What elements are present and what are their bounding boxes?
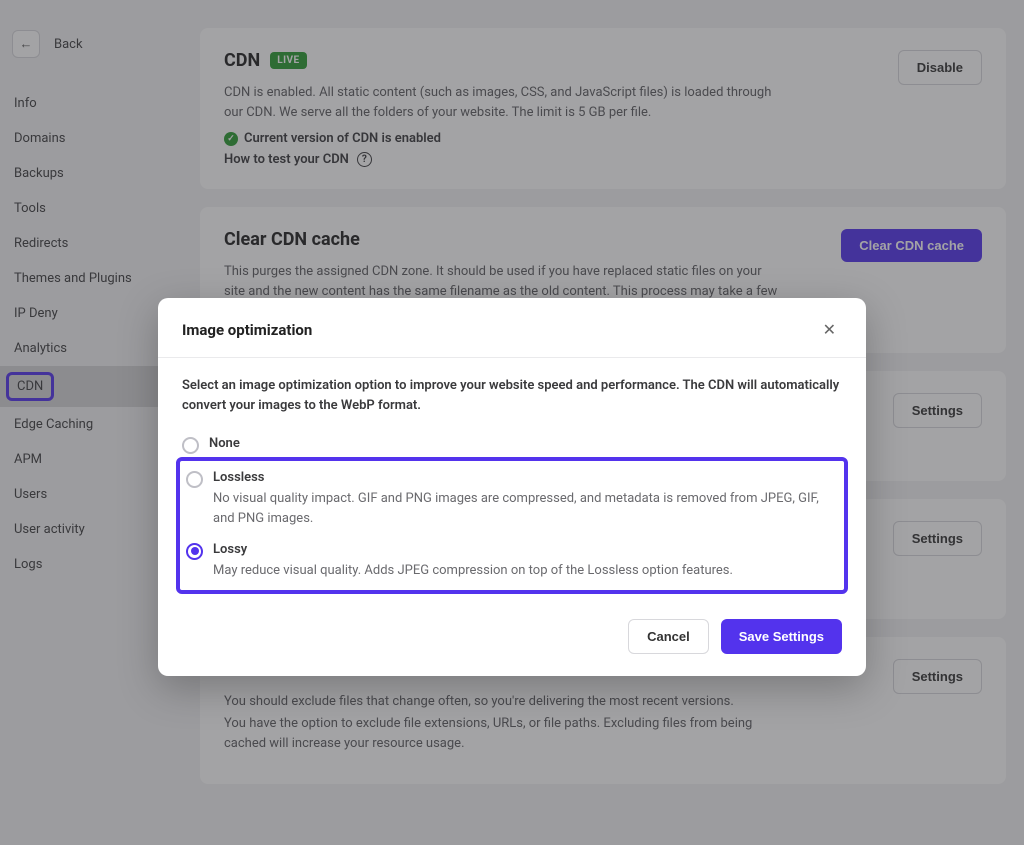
radio-icon: [186, 543, 203, 560]
radio-desc-lossless: No visual quality impact. GIF and PNG im…: [213, 489, 838, 529]
save-settings-button[interactable]: Save Settings: [721, 619, 842, 654]
highlighted-options: Lossless No visual quality impact. GIF a…: [176, 457, 848, 593]
radio-label-lossy: Lossy: [213, 542, 838, 557]
radio-option-lossless[interactable]: Lossless No visual quality impact. GIF a…: [186, 464, 838, 535]
radio-label-lossless: Lossless: [213, 470, 838, 485]
image-optimization-modal: Image optimization ✕ Select an image opt…: [158, 298, 866, 676]
radio-icon: [182, 437, 199, 454]
radio-option-lossy[interactable]: Lossy May reduce visual quality. Adds JP…: [186, 536, 838, 587]
radio-icon: [186, 471, 203, 488]
modal-overlay: Image optimization ✕ Select an image opt…: [0, 0, 1024, 845]
close-icon: ✕: [823, 320, 836, 339]
modal-intro: Select an image optimization option to i…: [182, 376, 842, 416]
modal-title: Image optimization: [182, 321, 312, 339]
close-button[interactable]: ✕: [817, 318, 842, 341]
cancel-button[interactable]: Cancel: [628, 619, 709, 654]
radio-desc-lossy: May reduce visual quality. Adds JPEG com…: [213, 561, 838, 581]
radio-option-none[interactable]: None: [182, 430, 842, 460]
radio-label-none: None: [209, 436, 842, 451]
